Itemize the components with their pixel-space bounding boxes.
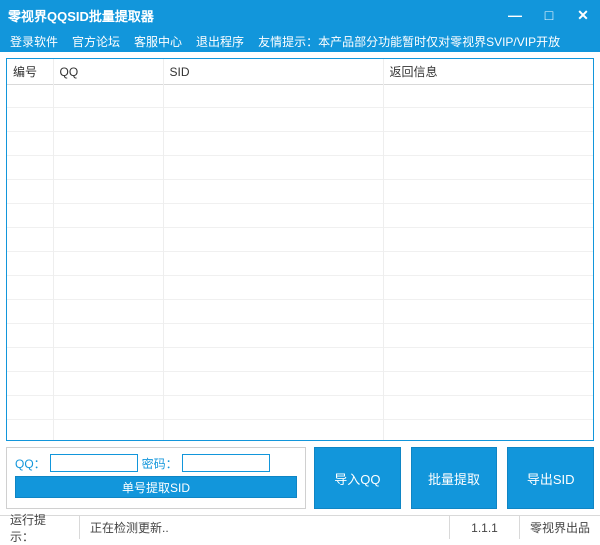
table-header-row: 编号 QQ SID 返回信息 <box>7 59 593 85</box>
pwd-label: 密码： <box>142 455 178 472</box>
status-version: 1.1.1 <box>450 516 520 539</box>
status-run-hint: 运行提示： <box>0 516 80 539</box>
menu-exit[interactable]: 退出程序 <box>192 31 248 52</box>
single-extract-button[interactable]: 单号提取SID <box>15 476 297 498</box>
menu-hint: 友情提示：本产品部分功能暂时仅对零视界SVIP/VIP开放 <box>254 33 560 50</box>
import-qq-button[interactable]: 导入QQ <box>314 447 401 509</box>
status-message: 正在检测更新.. <box>80 516 450 539</box>
close-button[interactable]: ✕ <box>566 0 600 30</box>
col-sid[interactable]: SID <box>163 59 383 85</box>
menubar: 登录软件 官方论坛 客服中心 退出程序 友情提示：本产品部分功能暂时仅对零视界S… <box>0 30 600 52</box>
batch-extract-button[interactable]: 批量提取 <box>411 447 498 509</box>
export-sid-button[interactable]: 导出SID <box>507 447 594 509</box>
statusbar: 运行提示： 正在检测更新.. 1.1.1 零视界出品 <box>0 515 600 539</box>
data-table[interactable]: 编号 QQ SID 返回信息 <box>6 58 594 441</box>
titlebar: 零视界QQSID批量提取器 — □ ✕ <box>0 0 600 30</box>
qq-input[interactable] <box>50 454 138 472</box>
col-qq[interactable]: QQ <box>53 59 163 85</box>
table-body[interactable] <box>7 84 593 440</box>
maximize-button[interactable]: □ <box>532 0 566 30</box>
menu-forum[interactable]: 官方论坛 <box>68 31 124 52</box>
qq-label: QQ： <box>15 455 46 472</box>
app-title: 零视界QQSID批量提取器 <box>8 6 154 25</box>
menu-support[interactable]: 客服中心 <box>130 31 186 52</box>
single-extract-panel: QQ： 密码： 单号提取SID <box>6 447 306 509</box>
minimize-button[interactable]: — <box>498 0 532 30</box>
col-idx[interactable]: 编号 <box>7 59 53 85</box>
password-input[interactable] <box>182 454 270 472</box>
status-brand: 零视界出品 <box>520 516 600 539</box>
menu-login[interactable]: 登录软件 <box>6 31 62 52</box>
col-ret[interactable]: 返回信息 <box>383 59 593 85</box>
